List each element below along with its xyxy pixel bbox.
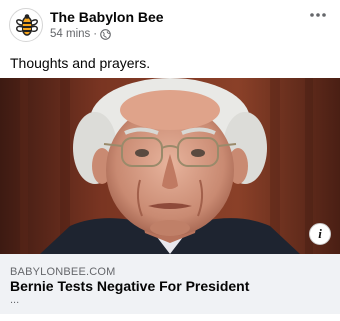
more-dots-icon: [310, 13, 326, 17]
post-header: The Babylon Bee 54 mins ·: [0, 0, 340, 48]
link-preview-image[interactable]: i: [0, 78, 340, 254]
link-preview-card[interactable]: BABYLONBEE.COM Bernie Tests Negative For…: [0, 254, 340, 314]
link-subtitle: ...: [10, 294, 20, 306]
info-button[interactable]: i: [309, 223, 331, 245]
more-options-button[interactable]: [305, 4, 331, 26]
link-headline[interactable]: Bernie Tests Negative For President: [10, 278, 249, 294]
page-avatar[interactable]: [9, 8, 43, 42]
post-meta: 54 mins ·: [50, 28, 111, 40]
babylon-bee-logo-icon: [16, 14, 38, 36]
post-caption: Thoughts and prayers.: [10, 55, 151, 71]
post-timestamp[interactable]: 54 mins: [50, 28, 90, 40]
meta-separator: ·: [93, 28, 98, 40]
page-name[interactable]: The Babylon Bee: [50, 9, 164, 25]
link-domain: BABYLONBEE.COM: [10, 266, 116, 278]
portrait-photo: [0, 78, 340, 254]
globe-icon: [100, 28, 111, 40]
